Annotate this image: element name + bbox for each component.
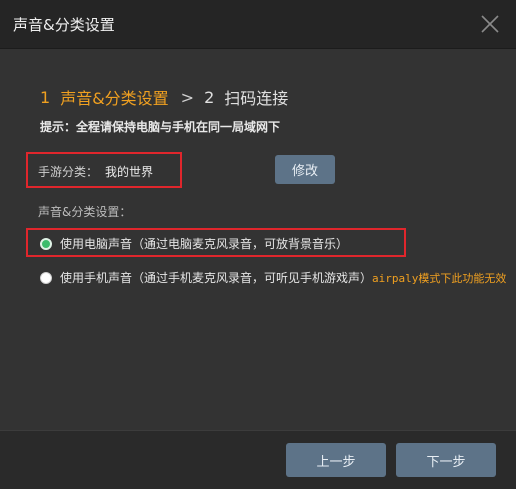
- previous-step-button[interactable]: 上一步: [286, 443, 386, 477]
- next-step-button[interactable]: 下一步: [396, 443, 496, 477]
- chevron-right-icon: >: [180, 87, 195, 107]
- step-2-label: 扫码连接: [224, 89, 289, 108]
- step-1-number: 1: [40, 87, 51, 107]
- phone-sound-label: 使用手机声音（通过手机麦克风录音，可听见手机游戏声）: [60, 271, 373, 285]
- game-category-label: 手游分类：: [38, 165, 99, 179]
- airplay-warning: airpaly模式下此功能无效: [372, 271, 507, 285]
- computer-sound-label: 使用电脑声音（通过电脑麦克风录音，可放背景音乐）: [60, 237, 349, 251]
- radio-unchecked-icon[interactable]: [40, 271, 52, 284]
- computer-sound-option[interactable]: 使用电脑声音（通过电脑麦克风录音，可放背景音乐）: [40, 235, 348, 252]
- step-1-label: 声音&分类设置: [60, 89, 169, 108]
- step-indicator: 1 声音&分类设置 > 2 扫码连接: [40, 85, 288, 109]
- radio-checked-icon[interactable]: [40, 237, 52, 250]
- game-category-value: 我的世界: [105, 165, 154, 179]
- network-tip: 提示：全程请保持电脑与手机在同一局域网下: [40, 120, 281, 134]
- sound-section-label: 声音&分类设置：: [38, 205, 132, 219]
- settings-dialog: 声音&分类设置 1 声音&分类设置 > 2 扫码连接 提示：全程请保持电脑与手机…: [0, 0, 516, 489]
- window-title: 声音&分类设置: [13, 16, 115, 34]
- modify-button[interactable]: 修改: [275, 155, 335, 184]
- close-icon: [481, 15, 499, 33]
- step-2-number: 2: [204, 87, 215, 107]
- close-button[interactable]: [474, 8, 506, 40]
- title-bar: 声音&分类设置: [0, 0, 516, 49]
- phone-sound-option[interactable]: 使用手机声音（通过手机麦克风录音，可听见手机游戏声） airpaly模式下此功能…: [40, 269, 506, 286]
